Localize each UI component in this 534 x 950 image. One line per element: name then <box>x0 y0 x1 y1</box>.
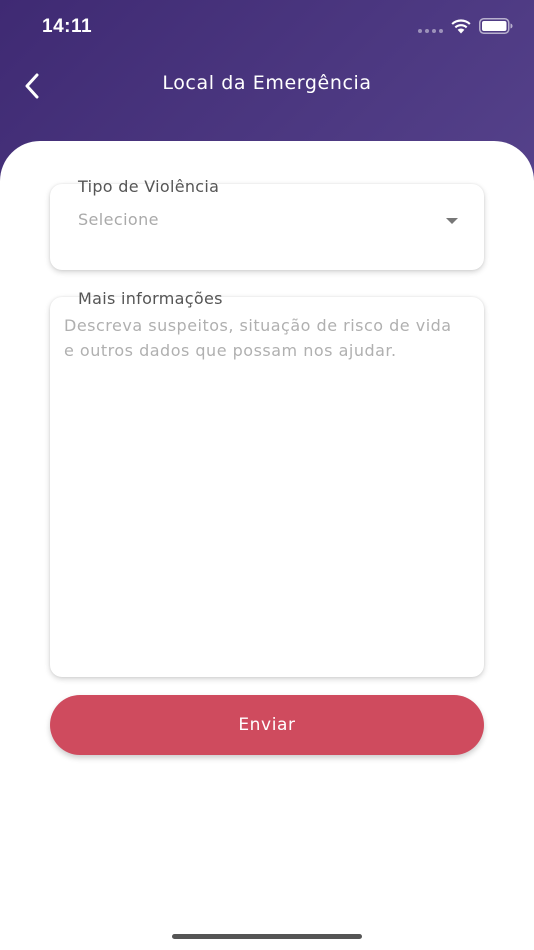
status-time: 14:11 <box>42 16 93 37</box>
wifi-icon <box>451 19 471 34</box>
home-indicator <box>172 934 362 939</box>
submit-button[interactable]: Enviar <box>50 695 484 755</box>
more-info-placeholder: Descreva suspeitos, situação de risco de… <box>64 316 452 360</box>
violence-type-value: Selecione <box>78 210 159 229</box>
status-bar: 14:11 <box>0 0 534 54</box>
form-sheet: Selecione Tipo de Violência Descreva sus… <box>0 141 534 950</box>
app-screen: 14:11 Local da Emergência Selecione Tipo… <box>0 0 534 950</box>
more-info-textarea[interactable]: Descreva suspeitos, situação de risco de… <box>50 297 484 677</box>
more-info-label: Mais informações <box>78 289 223 308</box>
cellular-signal-icon <box>418 29 443 33</box>
caret-down-icon <box>446 218 458 224</box>
page-title: Local da Emergência <box>162 72 372 94</box>
nav-bar: Local da Emergência <box>0 60 534 110</box>
battery-icon <box>479 18 513 34</box>
violence-type-select[interactable]: Selecione <box>50 184 484 270</box>
violence-type-label: Tipo de Violência <box>78 177 220 196</box>
